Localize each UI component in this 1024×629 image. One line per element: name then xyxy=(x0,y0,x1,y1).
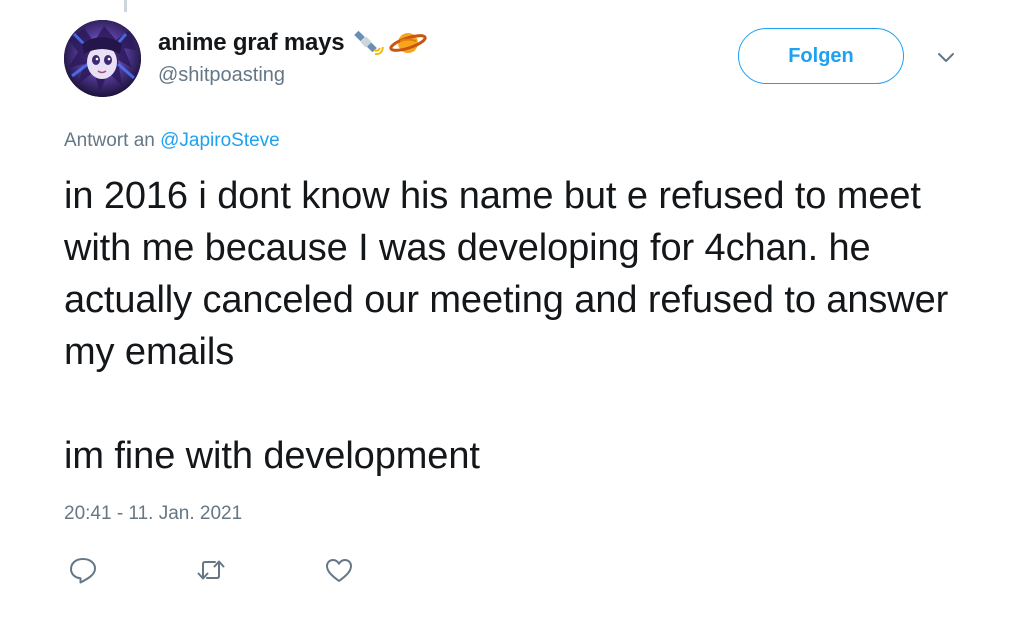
display-name[interactable]: anime graf mays xyxy=(158,29,345,57)
follow-button[interactable]: Folgen xyxy=(738,28,904,84)
like-button[interactable] xyxy=(322,555,356,585)
tweet-paragraph: im fine with development xyxy=(64,435,480,477)
reply-button[interactable] xyxy=(66,555,100,585)
tweet-paragraph: in 2016 i dont know his name but e refus… xyxy=(64,175,949,373)
author-name-block: anime graf mays @shitpoasting xyxy=(158,28,428,87)
satellite-emoji-icon xyxy=(352,28,386,58)
reply-prefix: Antwort an xyxy=(64,130,155,151)
tweet-text: in 2016 i dont know his name but e refus… xyxy=(64,170,964,482)
retweet-button[interactable] xyxy=(194,555,228,585)
display-name-row: anime graf mays xyxy=(158,28,428,58)
tweet-actions xyxy=(64,555,464,585)
reply-mention-link[interactable]: @JapiroSteve xyxy=(160,130,280,151)
timestamp-link[interactable]: 20:41 - 11. Jan. 2021 xyxy=(64,503,242,525)
tweet-header: anime graf mays @shitpoasting Folgen xyxy=(64,20,964,100)
ringed-planet-emoji-icon xyxy=(388,28,428,58)
like-icon xyxy=(322,555,356,585)
reply-context: Antwort an @JapiroSteve xyxy=(64,130,280,152)
retweet-icon xyxy=(194,555,228,585)
avatar[interactable] xyxy=(64,20,141,97)
handle[interactable]: @shitpoasting xyxy=(158,64,428,87)
chevron-down-icon[interactable] xyxy=(934,48,958,68)
thread-connector-line xyxy=(124,0,127,12)
reply-icon xyxy=(66,555,100,585)
